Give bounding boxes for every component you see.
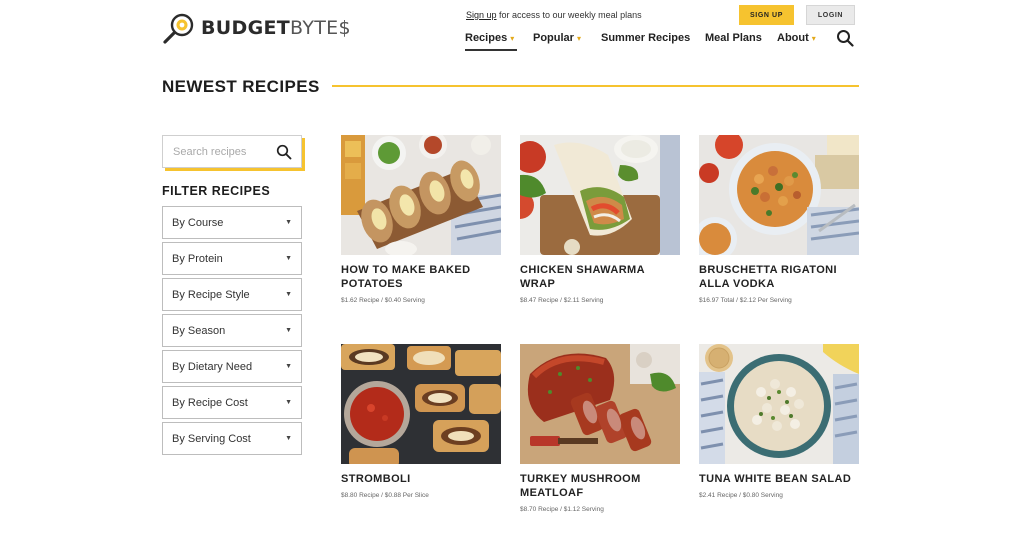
recipe-title[interactable]: TUNA WHITE BEAN SALAD [699, 472, 859, 486]
filter-label: By Recipe Cost [172, 396, 248, 409]
recipe-card-bruschetta-rigatoni[interactable]: BRUSCHETTA RIGATONI ALLA VODKA $16.97 To… [699, 135, 859, 304]
site-logo[interactable]: BUDGETBYTE$ [162, 12, 358, 44]
page-title: NEWEST RECIPES [162, 77, 320, 96]
nav-meal-plans[interactable]: Meal Plans [705, 32, 762, 44]
recipe-card-stromboli[interactable]: STROMBOLI $8.80 Recipe / $0.88 Per Slice [341, 344, 501, 499]
chevron-down-icon: ▾ [576, 33, 581, 43]
search-icon[interactable] [276, 144, 292, 160]
filter-label: By Dietary Need [172, 360, 253, 373]
caret-down-icon: ▼ [285, 363, 292, 370]
recipe-card-chicken-shawarma[interactable]: CHICKEN SHAWARMA WRAP $8.47 Recipe / $2.… [520, 135, 680, 304]
recipe-search [162, 135, 302, 168]
chevron-down-icon: ▾ [811, 33, 816, 43]
nav-recipes-label: Recipes [465, 32, 508, 44]
filter-by-course[interactable]: By Course ▼ [162, 206, 302, 239]
tuna-bean-salad-photo [699, 344, 859, 464]
nav-popular-label: Popular [533, 32, 574, 44]
filter-by-recipe-style[interactable]: By Recipe Style ▼ [162, 278, 302, 311]
recipe-image-tuna-bean-salad[interactable] [699, 344, 859, 464]
nav-about-label: About [777, 32, 809, 44]
caret-down-icon: ▼ [285, 219, 292, 226]
recipe-cost: $2.41 Recipe / $0.80 Serving [699, 492, 783, 499]
turkey-meatloaf-photo [520, 344, 680, 464]
recipe-image-bruschetta-rigatoni[interactable] [699, 135, 859, 255]
frying-pan-logo-icon [163, 13, 194, 44]
chicken-shawarma-photo [520, 135, 680, 255]
recipe-image-chicken-shawarma[interactable] [520, 135, 680, 255]
recipe-image-baked-potatoes[interactable] [341, 135, 501, 255]
filter-label: By Course [172, 216, 224, 229]
recipe-cost: $8.80 Recipe / $0.88 Per Slice [341, 492, 429, 499]
stromboli-photo [341, 344, 501, 464]
nav-popular[interactable]: Popular ▾ [533, 32, 581, 44]
recipe-title[interactable]: BRUSCHETTA RIGATONI ALLA VODKA [699, 263, 859, 291]
bruschetta-rigatoni-photo [699, 135, 859, 255]
recipe-cost: $8.70 Recipe / $1.12 Serving [520, 506, 604, 513]
recipe-search-input[interactable] [173, 145, 277, 158]
filter-label: By Recipe Style [172, 288, 250, 301]
caret-down-icon: ▼ [285, 291, 292, 298]
nav-summer-label: Summer Recipes [601, 32, 691, 44]
recipe-cost: $8.47 Recipe / $2.11 Serving [520, 297, 604, 304]
caret-down-icon: ▼ [285, 327, 292, 334]
filter-by-serving-cost[interactable]: By Serving Cost ▼ [162, 422, 302, 455]
filter-label: By Serving Cost [172, 432, 251, 445]
filter-by-protein[interactable]: By Protein ▼ [162, 242, 302, 275]
recipe-cost: $16.97 Total / $2.12 Per Serving [699, 297, 792, 304]
nav-about[interactable]: About ▾ [777, 32, 816, 44]
caret-down-icon: ▼ [285, 399, 292, 406]
filter-label: By Protein [172, 252, 223, 265]
recipe-title[interactable]: STROMBOLI [341, 472, 501, 486]
signup-promo: Sign up for access to our weekly meal pl… [466, 10, 642, 20]
filter-by-recipe-cost[interactable]: By Recipe Cost ▼ [162, 386, 302, 419]
nav-summer-recipes[interactable]: Summer Recipes [601, 32, 690, 44]
recipe-title[interactable]: TURKEY MUSHROOM MEATLOAF [520, 472, 680, 500]
recipe-card-baked-potatoes[interactable]: HOW TO MAKE BAKED POTATOES $1.62 Recipe … [341, 135, 501, 304]
nav-active-indicator [465, 49, 517, 51]
search-icon[interactable] [836, 29, 854, 47]
nav-recipes[interactable]: Recipes ▾ [465, 32, 514, 44]
login-button[interactable]: LOGIN [806, 5, 855, 25]
promo-text: for access to our weekly meal plans [496, 10, 642, 20]
chevron-down-icon: ▾ [510, 33, 515, 43]
title-underline-divider [332, 85, 859, 87]
filter-by-season[interactable]: By Season ▼ [162, 314, 302, 347]
filter-label: By Season [172, 324, 226, 337]
filter-by-dietary-need[interactable]: By Dietary Need ▼ [162, 350, 302, 383]
recipe-card-turkey-meatloaf[interactable]: TURKEY MUSHROOM MEATLOAF $8.70 Recipe / … [520, 344, 680, 513]
filter-heading: FILTER RECIPES [162, 184, 271, 198]
recipe-image-stromboli[interactable] [341, 344, 501, 464]
recipe-title[interactable]: CHICKEN SHAWARMA WRAP [520, 263, 680, 291]
recipe-title[interactable]: HOW TO MAKE BAKED POTATOES [341, 263, 501, 291]
logo-accent-text: BYTE$ [290, 17, 351, 39]
recipe-card-tuna-bean-salad[interactable]: TUNA WHITE BEAN SALAD $2.41 Recipe / $0.… [699, 344, 859, 499]
recipe-image-turkey-meatloaf[interactable] [520, 344, 680, 464]
nav-meal-plans-label: Meal Plans [705, 32, 762, 44]
logo-main-text: BUDGET [201, 17, 291, 39]
promo-signup-link[interactable]: Sign up [466, 10, 497, 20]
baked-potatoes-photo [341, 135, 501, 255]
logo-wordmark: BUDGETBYTE$ [201, 17, 351, 39]
signup-button[interactable]: SIGN UP [739, 5, 794, 25]
caret-down-icon: ▼ [285, 255, 292, 262]
recipe-cost: $1.62 Recipe / $0.40 Serving [341, 297, 425, 304]
caret-down-icon: ▼ [285, 435, 292, 442]
